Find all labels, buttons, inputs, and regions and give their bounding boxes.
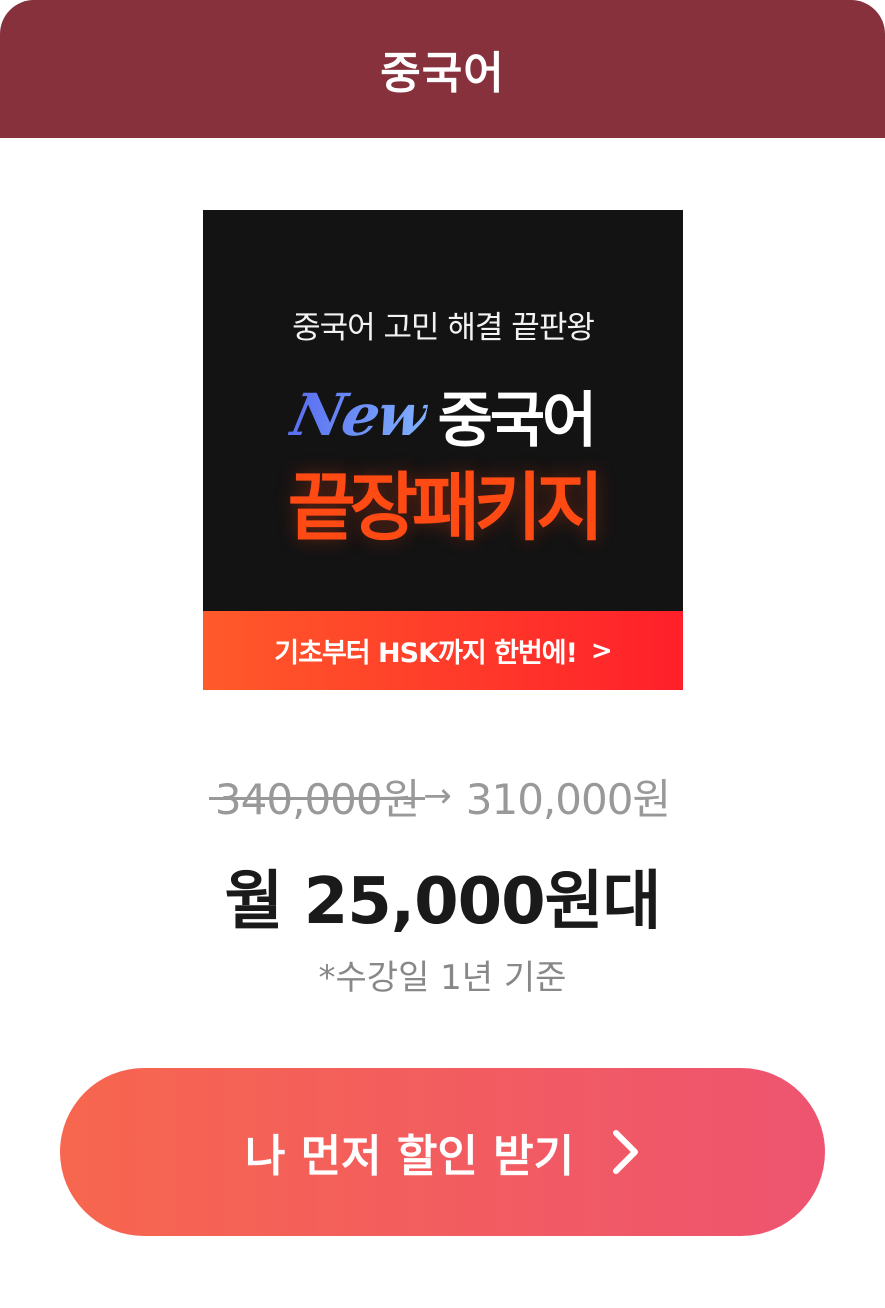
banner-tagline: 중국어 고민 해결 끝판왕	[292, 310, 595, 346]
banner-bottom-bar[interactable]: 기초부터 HSK까지 한번에! >	[203, 611, 683, 690]
discounted-price: 310,000원	[465, 774, 671, 824]
monthly-price: 월 25,000원대	[224, 865, 662, 939]
banner-title-package: 끝장패키지	[287, 465, 604, 551]
price-note: *수강일 1년 기준	[318, 958, 567, 998]
arrow-right-icon: →	[423, 776, 452, 816]
banner-bottom-text: 기초부터 HSK까지 한번에!	[274, 638, 578, 669]
card-header: 중국어	[0, 0, 885, 138]
cta-label: 나 먼저 할인 받기	[244, 1131, 575, 1182]
chevron-right-icon: >	[590, 635, 613, 666]
course-card: 중국어 중국어 고민 해결 끝판왕 New 중국어 끝장패키지 기초부터 HSK…	[0, 0, 885, 1308]
banner-title-row: New 중국어	[203, 370, 683, 460]
banner-new-label: New	[284, 381, 433, 449]
promo-banner[interactable]: 중국어 고민 해결 끝판왕 New 중국어 끝장패키지 기초부터 HSK까지 한…	[203, 210, 683, 690]
get-discount-button[interactable]: 나 먼저 할인 받기	[60, 1068, 825, 1236]
price-row: 340,000원 → 310,000원	[0, 766, 885, 826]
banner-title-language: 중국어	[437, 385, 598, 456]
card-title: 중국어	[380, 48, 505, 99]
original-price: 340,000원	[208, 766, 426, 827]
chevron-right-icon	[610, 1129, 640, 1175]
